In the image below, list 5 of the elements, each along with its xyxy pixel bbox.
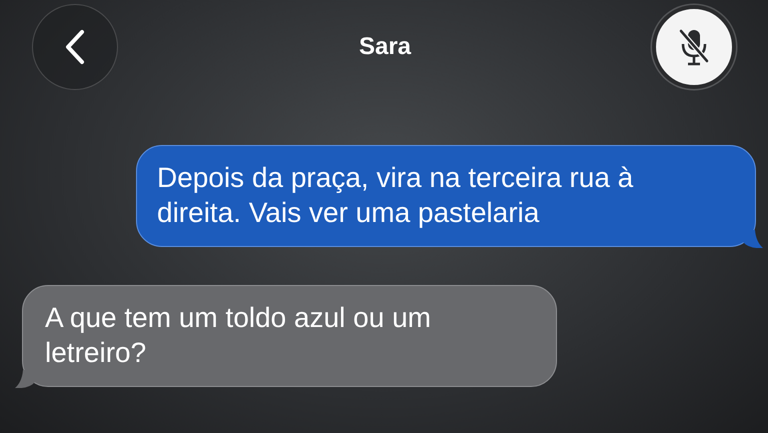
back-icon [64, 29, 86, 65]
contact-name: Sara [358, 33, 412, 61]
bubble-tail [743, 230, 763, 248]
bubble-tail [15, 370, 35, 388]
mic-off-icon [676, 27, 711, 67]
